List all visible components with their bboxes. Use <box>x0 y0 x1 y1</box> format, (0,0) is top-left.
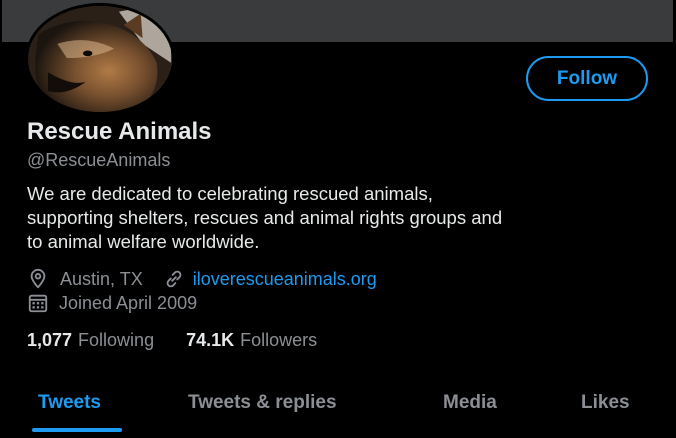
profile-meta-joined-row: Joined April 2009 <box>27 292 197 314</box>
dog-photo <box>29 6 171 112</box>
calendar-icon <box>28 294 48 313</box>
tab-tweets[interactable]: Tweets <box>38 392 101 414</box>
followers-link[interactable]: 74.1K Followers <box>186 330 317 351</box>
followers-count: 74.1K <box>186 330 235 350</box>
profile-meta-location-row: Austin, TX iloverescueanimals.org <box>27 268 377 290</box>
link-icon <box>166 270 182 288</box>
follow-button[interactable]: Follow <box>526 56 648 101</box>
location-pin-icon <box>30 268 46 289</box>
location-text: Austin, TX <box>60 268 143 289</box>
following-link[interactable]: 1,077 Following <box>27 330 154 351</box>
following-count: 1,077 <box>27 330 73 350</box>
avatar[interactable] <box>25 3 175 115</box>
tab-likes[interactable]: Likes <box>581 392 630 414</box>
active-tab-indicator <box>32 428 122 432</box>
following-label: Following <box>78 330 155 350</box>
profile-bio: We are dedicated to celebrating rescued … <box>27 183 503 252</box>
tab-media[interactable]: Media <box>443 392 497 414</box>
joined-date: Joined April 2009 <box>59 292 198 313</box>
profile-handle: @RescueAnimals <box>27 150 171 170</box>
followers-label: Followers <box>240 330 318 350</box>
follow-stats: 1,077 Following 74.1K Followers <box>27 330 317 351</box>
website-link[interactable]: iloverescueanimals.org <box>193 269 377 290</box>
tab-tweets-replies[interactable]: Tweets & replies <box>188 392 337 414</box>
profile-name: Rescue Animals <box>27 118 212 145</box>
profile-tabs: Tweets Tweets & replies Media Likes <box>0 388 676 438</box>
